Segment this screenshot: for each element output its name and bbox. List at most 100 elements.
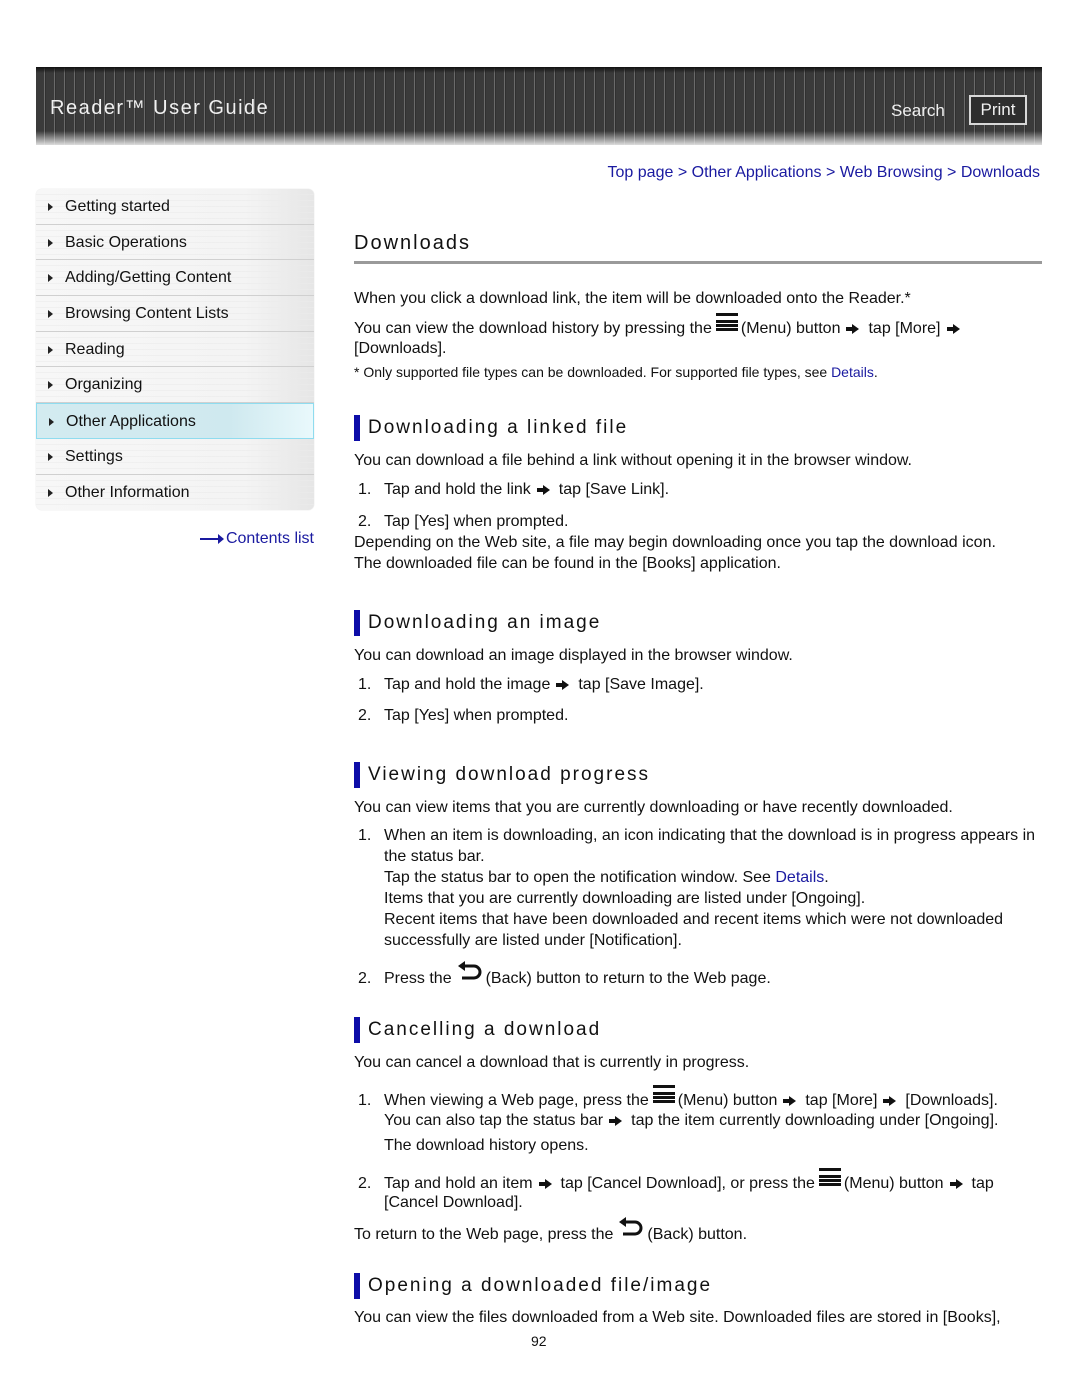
- note-text: (Back) button.: [647, 1226, 748, 1243]
- step-text: Tap and hold the link: [384, 481, 531, 498]
- step-text: tap [Save Link].: [558, 481, 670, 498]
- back-icon: [456, 961, 482, 981]
- sidebar-item-getting-started[interactable]: Getting started: [36, 189, 314, 225]
- step-text: tap [More]: [805, 1092, 878, 1109]
- step-number: 1.: [358, 481, 372, 498]
- step-text-line: The download history opens.: [384, 1137, 589, 1154]
- step-text: Tap and hold the image: [384, 676, 551, 693]
- step-1: 1. When an item is downloading, an icon i…: [354, 827, 1035, 845]
- intro-text: (Menu) button: [740, 320, 841, 337]
- breadcrumb: Top page > Other Applications > Web Brow…: [608, 164, 1040, 182]
- sidebar-item-reading[interactable]: Reading: [36, 331, 314, 368]
- contents-list-link[interactable]: Contents list: [199, 530, 314, 548]
- breadcrumb-other-applications[interactable]: Other Applications: [692, 164, 822, 181]
- section-note-2: The downloaded file can be found in the …: [354, 555, 781, 572]
- arrow-right-icon: [783, 1096, 797, 1106]
- intro-text: tap [More]: [868, 320, 941, 337]
- sidebar-item-other-applications[interactable]: Other Applications: [36, 403, 314, 439]
- breadcrumb-top-page[interactable]: Top page: [608, 164, 674, 181]
- step-number: 1.: [358, 1092, 372, 1109]
- step-number: 2.: [358, 513, 372, 530]
- step-text: When viewing a Web page, press the: [384, 1092, 649, 1109]
- step-2: 2. Press the (Back) button to return to th…: [354, 961, 771, 988]
- step-text: Tap [Yes] when prompted.: [384, 513, 569, 530]
- arrow-right-icon: [536, 485, 551, 495]
- arrow-right-icon: [609, 1116, 623, 1126]
- step-number: 2.: [358, 970, 372, 987]
- intro-note: * Only supported file types can be downl…: [354, 364, 878, 380]
- section-heading-image: Downloading an image: [354, 610, 601, 636]
- sidebar-item-settings[interactable]: Settings: [36, 438, 314, 475]
- step-text: .: [824, 869, 829, 886]
- step-text-line: Tap the status bar to open the notificat…: [354, 869, 829, 887]
- triangle-right-icon: [48, 345, 53, 354]
- triangle-right-icon: [49, 418, 54, 427]
- step-text-line: Recent items that have been downloaded a…: [384, 911, 1004, 928]
- step-text: You can also tap the status bar: [384, 1112, 604, 1129]
- section-desc: You can cancel a download that is curren…: [354, 1054, 750, 1071]
- section-desc: You can view the files downloaded from a…: [354, 1309, 1001, 1326]
- arrow-right-icon: [949, 1179, 964, 1189]
- sidebar-item-other-information[interactable]: Other Information: [36, 474, 314, 511]
- guide-title: Reader™ User Guide: [50, 97, 270, 119]
- print-button[interactable]: Print: [969, 95, 1027, 125]
- step-text: (Back) button to return to the Web page.: [485, 970, 771, 987]
- sidebar-item-label: Basic Operations: [65, 233, 187, 251]
- triangle-right-icon: [48, 238, 53, 247]
- triangle-right-icon: [48, 381, 53, 390]
- menu-icon: [715, 313, 738, 331]
- sidebar-item-basic-operations[interactable]: Basic Operations: [36, 224, 314, 261]
- arrow-right-icon: [199, 533, 224, 544]
- section-heading-cancel: Cancelling a download: [354, 1017, 601, 1043]
- intro-line-2: You can view the download history by pre…: [354, 313, 969, 338]
- triangle-right-icon: [48, 310, 53, 319]
- guide-header: Reader™ User Guide Search Print: [36, 67, 1042, 145]
- sidebar-item-label: Settings: [65, 447, 123, 465]
- breadcrumb-separator: >: [947, 164, 961, 181]
- step-text: tap: [971, 1175, 994, 1192]
- step-number: 1.: [358, 676, 372, 693]
- step-text: Tap the status bar to open the notificat…: [384, 869, 776, 886]
- page-number: 92: [531, 1333, 547, 1349]
- sidebar-item-browsing-content-lists[interactable]: Browsing Content Lists: [36, 296, 314, 332]
- intro-line-1: When you click a download link, the item…: [354, 290, 911, 307]
- step-text-line: successfully are listed under [Notificat…: [384, 932, 682, 949]
- step-text-line: Items that you are currently downloading…: [384, 890, 866, 907]
- menu-icon: [818, 1168, 841, 1186]
- breadcrumb-downloads[interactable]: Downloads: [961, 164, 1040, 181]
- search-link[interactable]: Search: [891, 101, 945, 121]
- sidebar-item-label: Other Applications: [66, 413, 196, 431]
- title-divider: [354, 261, 1042, 264]
- breadcrumb-web-browsing[interactable]: Web Browsing: [840, 164, 943, 181]
- step-text: Tap and hold an item: [384, 1175, 533, 1192]
- sidebar-item-label: Browsing Content Lists: [65, 305, 229, 323]
- sidebar-item-label: Other Information: [65, 483, 190, 501]
- triangle-right-icon: [48, 452, 53, 461]
- details-link[interactable]: Details: [775, 869, 824, 886]
- sidebar-item-adding-getting-content[interactable]: Adding/Getting Content: [36, 260, 314, 297]
- triangle-right-icon: [48, 488, 53, 497]
- note-text: .: [873, 364, 878, 380]
- step-text: Tap [Yes] when prompted.: [384, 707, 569, 724]
- triangle-right-icon: [48, 203, 53, 211]
- step-text: tap [Save Image].: [578, 676, 704, 693]
- section-note: To return to the Web page, press the (Bac…: [354, 1217, 747, 1244]
- arrow-right-icon: [846, 324, 860, 334]
- step-text-line: [Cancel Download].: [384, 1194, 523, 1211]
- step-text: Press the: [384, 970, 452, 987]
- details-link[interactable]: Details: [831, 364, 874, 380]
- arrow-right-icon: [946, 324, 961, 334]
- contents-list-label: Contents list: [225, 530, 314, 547]
- step-text: tap [Cancel Download], or press the: [560, 1175, 815, 1192]
- step-1: 1. Tap and hold the image tap [Save Image]…: [354, 676, 704, 694]
- section-heading-linked-file: Downloading a linked file: [354, 415, 628, 441]
- note-text: To return to the Web page, press the: [354, 1226, 614, 1243]
- sidebar-item-organizing[interactable]: Organizing: [36, 367, 314, 404]
- section-heading-opening: Opening a downloaded file/image: [354, 1273, 712, 1299]
- sidebar-item-label: Reading: [65, 340, 125, 358]
- section-heading-progress: Viewing download progress: [354, 762, 650, 788]
- step-text: tap the item currently downloading under…: [631, 1112, 999, 1129]
- step-text: [Downloads].: [905, 1092, 998, 1109]
- sidebar-item-label: Organizing: [65, 376, 143, 394]
- step-text-line: the status bar.: [384, 848, 485, 865]
